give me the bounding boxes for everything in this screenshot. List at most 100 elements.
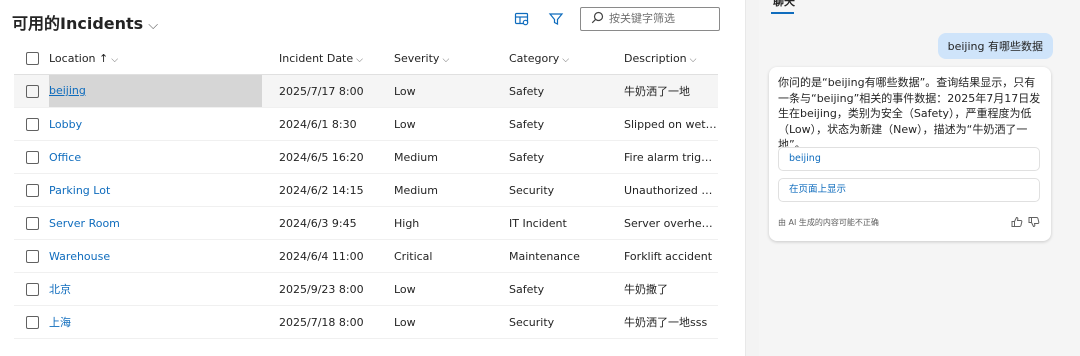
table-row[interactable]: 北京 2025/9/23 8:00 Low Safety 牛奶撒了 (14, 272, 718, 306)
row-checkbox[interactable] (26, 117, 39, 131)
filter-icon[interactable] (548, 11, 568, 31)
column-header-description[interactable]: Description ⌵ (624, 42, 718, 75)
list-title-text: 可用的Incidents (12, 14, 144, 33)
select-all-checkbox[interactable] (26, 51, 39, 65)
row-checkbox[interactable] (26, 216, 39, 230)
severity-cell: High (394, 206, 509, 240)
row-select-cell[interactable] (14, 305, 49, 339)
description-cell: 牛奶洒了一地sss (624, 305, 718, 339)
category-cell: Maintenance (509, 239, 624, 273)
row-select-cell[interactable] (14, 140, 49, 174)
date-cell: 2024/6/1 8:30 (279, 107, 394, 141)
table-row[interactable]: beijing 2025/7/17 8:00 Low Safety 牛奶洒了一地 (14, 74, 718, 108)
location-link[interactable]: 上海 (49, 305, 279, 339)
category-cell: Security (509, 173, 624, 207)
location-link[interactable]: 北京 (49, 272, 279, 306)
severity-cell: Low (394, 305, 509, 339)
date-cell: 2024/6/4 11:00 (279, 239, 394, 273)
table-header-row: Location ↑ ⌵ Incident Date ⌵ Severity ⌵ Cat… (14, 42, 718, 75)
table-row[interactable]: Lobby 2024/6/1 8:30 Low Safety Slipped o… (14, 107, 718, 141)
location-link[interactable]: beijing (49, 84, 86, 97)
row-select-cell[interactable] (14, 107, 49, 141)
description-cell: Unauthorized acc.. (624, 173, 718, 207)
column-header-location[interactable]: Location ↑ ⌵ (49, 42, 279, 75)
assistant-message-card: 你问的是“beijing有哪些数据”。查询结果显示，只有一条与“beijing”… (769, 67, 1051, 241)
table-row[interactable]: Office 2024/6/5 16:20 Medium Safety Fire… (14, 140, 718, 174)
table-row[interactable]: 上海 2025/7/18 8:00 Low Security 牛奶洒了一地sss (14, 305, 718, 339)
search-box[interactable] (580, 7, 720, 31)
column-header-category[interactable]: Category ⌵ (509, 42, 624, 75)
severity-cell: Low (394, 107, 509, 141)
row-select-cell[interactable] (14, 173, 49, 207)
category-cell: Safety (509, 272, 624, 306)
tab-chat[interactable]: 聊天 (773, 0, 795, 9)
category-cell: Safety (509, 74, 624, 108)
select-all-cell[interactable] (14, 42, 49, 75)
panel-divider (745, 0, 759, 356)
date-cell: 2024/6/2 14:15 (279, 173, 394, 207)
user-message-bubble: beijing 有哪些数据 (937, 33, 1053, 59)
row-select-cell[interactable] (14, 239, 49, 273)
row-checkbox[interactable] (26, 183, 39, 197)
tab-chat-underline (771, 12, 794, 14)
row-checkbox[interactable] (26, 249, 39, 263)
column-header-incident-date[interactable]: Incident Date ⌵ (279, 42, 394, 75)
severity-cell: Medium (394, 173, 509, 207)
category-cell: Safety (509, 107, 624, 141)
list-title[interactable]: 可用的Incidents ⌵ (12, 10, 158, 34)
category-cell: Safety (509, 140, 624, 174)
description-cell: Fire alarm triggere (624, 140, 718, 174)
search-input[interactable] (609, 10, 713, 26)
location-cell[interactable]: beijing (49, 74, 279, 108)
row-checkbox[interactable] (26, 150, 39, 164)
ai-disclaimer: 由 AI 生成的内容可能不正确 (778, 218, 879, 227)
row-checkbox[interactable] (26, 84, 39, 98)
date-cell: 2025/7/17 8:00 (279, 74, 394, 108)
chevron-down-icon: ⌵ (442, 54, 450, 65)
assistant-message-text: 你问的是“beijing有哪些数据”。查询结果显示，只有一条与“beijing”… (778, 76, 1041, 151)
table-view-icon[interactable] (514, 11, 534, 31)
description-cell: Forklift accident (624, 239, 718, 273)
incidents-table: Location ↑ ⌵ Incident Date ⌵ Severity ⌵ Cat… (14, 42, 718, 339)
chevron-down-icon: ⌵ (562, 54, 570, 65)
severity-cell: Medium (394, 140, 509, 174)
location-link[interactable]: Warehouse (49, 239, 279, 273)
location-link[interactable]: Server Room (49, 206, 279, 240)
description-cell: 牛奶洒了一地 (624, 74, 718, 108)
thumbs-up-icon[interactable] (1011, 216, 1023, 228)
table-row[interactable]: Parking Lot 2024/6/2 14:15 Medium Securi… (14, 173, 718, 207)
date-cell: 2024/6/3 9:45 (279, 206, 394, 240)
chat-panel: 聊天 beijing 有哪些数据 你问的是“beijing有哪些数据”。查询结果… (759, 0, 1080, 356)
chevron-down-icon: ⌵ (111, 54, 119, 65)
description-cell: Slipped on wet flo (624, 107, 718, 141)
category-cell: Security (509, 305, 624, 339)
row-checkbox[interactable] (26, 282, 39, 296)
severity-cell: Low (394, 272, 509, 306)
date-cell: 2025/9/23 8:00 (279, 272, 394, 306)
show-on-page-button[interactable]: 在页面上显示 (778, 178, 1040, 202)
description-cell: 牛奶撒了 (624, 272, 718, 306)
reference-button[interactable]: beijing (778, 147, 1040, 171)
location-link[interactable]: Parking Lot (49, 173, 279, 207)
category-cell: IT Incident (509, 206, 624, 240)
row-checkbox[interactable] (26, 315, 39, 329)
severity-cell: Critical (394, 239, 509, 273)
severity-cell: Low (394, 74, 509, 108)
sort-ascending-icon: ↑ (99, 51, 109, 65)
thumbs-down-icon[interactable] (1028, 216, 1040, 228)
column-header-severity[interactable]: Severity ⌵ (394, 42, 509, 75)
row-select-cell[interactable] (14, 74, 49, 108)
chevron-down-icon: ⌵ (356, 54, 363, 65)
table-row[interactable]: Warehouse 2024/6/4 11:00 Critical Mainte… (14, 239, 718, 273)
date-cell: 2025/7/18 8:00 (279, 305, 394, 339)
location-link[interactable]: Lobby (49, 107, 279, 141)
row-select-cell[interactable] (14, 206, 49, 240)
table-row[interactable]: Server Room 2024/6/3 9:45 High IT Incide… (14, 206, 718, 240)
location-link[interactable]: Office (49, 140, 279, 174)
chevron-down-icon: ⌵ (689, 54, 697, 65)
search-icon (591, 11, 604, 24)
row-select-cell[interactable] (14, 272, 49, 306)
description-cell: Server overheating (624, 206, 718, 240)
chevron-down-icon: ⌵ (148, 18, 159, 33)
date-cell: 2024/6/5 16:20 (279, 140, 394, 174)
